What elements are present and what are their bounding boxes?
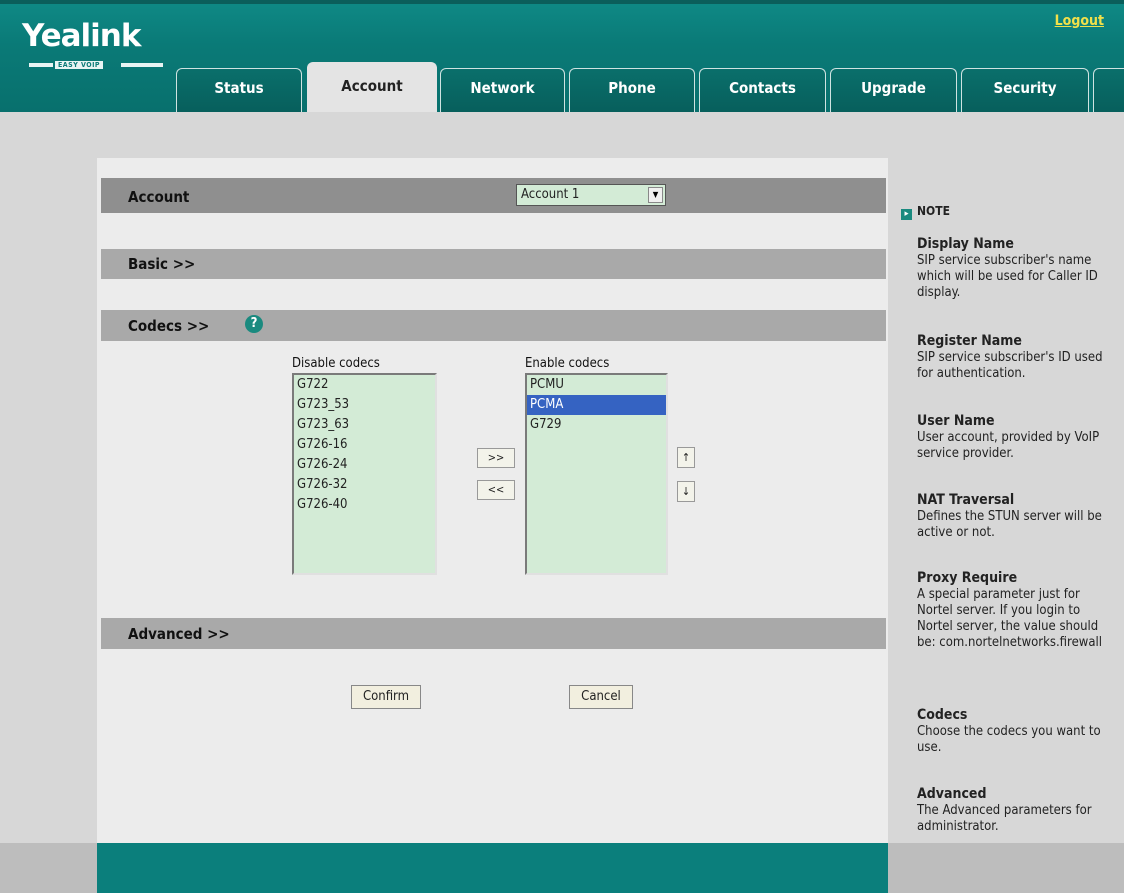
sub-header-bar: [0, 112, 1124, 158]
list-item-selected[interactable]: PCMA: [527, 395, 666, 415]
list-item[interactable]: G729: [527, 415, 666, 435]
arrow-down-icon: ↓: [681, 485, 691, 498]
header-topline: [0, 0, 1124, 4]
note-item-desc: The Advanced parameters for administrato…: [917, 803, 1092, 834]
note-item-title: Display Name: [917, 236, 1014, 252]
enabled-codecs-list[interactable]: PCMU PCMA G729: [525, 373, 668, 575]
brand-tagline: EASY VOIP: [29, 61, 169, 69]
note-item-title: Codecs: [917, 707, 968, 723]
note-item-nat-traversal: NAT Traversal Defines the STUN server wi…: [917, 492, 1117, 541]
note-item-title: Proxy Require: [917, 570, 1018, 586]
note-item-desc: A special parameter just for Nortel serv…: [917, 587, 1102, 650]
note-item-desc: Choose the codecs you want to use.: [917, 724, 1101, 755]
tab-security[interactable]: Security: [961, 68, 1089, 112]
account-section-label: Account: [128, 188, 190, 206]
chevron-down-icon[interactable]: ▼: [648, 187, 663, 203]
note-item-desc: User account, provided by VoIP service p…: [917, 430, 1100, 461]
tab-phone[interactable]: Phone: [569, 68, 695, 112]
move-up-button[interactable]: ↑: [677, 447, 695, 468]
footer-right: [888, 843, 1124, 893]
list-item[interactable]: G722: [294, 375, 435, 395]
logout-link[interactable]: Logout: [1055, 13, 1104, 29]
codecs-section-label: Codecs >>: [128, 317, 210, 335]
note-item-advanced: Advanced The Advanced parameters for adm…: [917, 786, 1117, 835]
move-down-button[interactable]: ↓: [677, 481, 695, 502]
list-item[interactable]: G723_63: [294, 415, 435, 435]
note-heading: ▸ NOTE: [901, 204, 950, 220]
account-section-header: Account: [101, 178, 886, 213]
note-item-title: Advanced: [917, 786, 987, 802]
basic-section-header[interactable]: Basic >>: [101, 249, 886, 279]
arrow-up-icon: ↑: [681, 451, 691, 464]
tab-contacts[interactable]: Contacts: [699, 68, 826, 112]
tab-account[interactable]: Account: [307, 62, 437, 112]
codecs-section-header[interactable]: Codecs >>: [101, 310, 886, 341]
advanced-section-label: Advanced >>: [128, 625, 230, 643]
footer-left: [0, 843, 97, 893]
list-item[interactable]: G726-24: [294, 455, 435, 475]
tab-status[interactable]: Status: [176, 68, 302, 112]
tab-upgrade[interactable]: Upgrade: [830, 68, 957, 112]
move-to-disabled-button[interactable]: <<: [477, 480, 515, 500]
confirm-button[interactable]: Confirm: [351, 685, 421, 709]
note-title: NOTE: [917, 204, 950, 218]
question-icon[interactable]: ?: [245, 315, 263, 333]
list-item[interactable]: G726-32: [294, 475, 435, 495]
brand-tagline-text: EASY VOIP: [55, 61, 104, 69]
note-item-proxy-require: Proxy Require A special parameter just f…: [917, 570, 1117, 651]
account-select-value: Account 1: [521, 187, 580, 202]
note-item-desc: SIP service subscriber's ID used for aut…: [917, 350, 1103, 381]
arrow-right-icon: ▸: [901, 209, 912, 220]
note-item-desc: Defines the STUN server will be active o…: [917, 509, 1102, 540]
left-gutter: [0, 158, 97, 843]
note-item-title: Register Name: [917, 333, 1022, 349]
cancel-button[interactable]: Cancel: [569, 685, 633, 709]
top-header: Yealink EASY VOIP Logout Status Account …: [0, 0, 1124, 112]
list-item[interactable]: G726-40: [294, 495, 435, 515]
list-item[interactable]: PCMU: [527, 375, 666, 395]
tab-overflow[interactable]: [1093, 68, 1124, 112]
note-item-title: NAT Traversal: [917, 492, 1015, 508]
note-item-display-name: Display Name SIP service subscriber's na…: [917, 236, 1117, 301]
note-item-user-name: User Name User account, provided by VoIP…: [917, 413, 1117, 462]
note-item-register-name: Register Name SIP service subscriber's I…: [917, 333, 1117, 382]
note-item-title: User Name: [917, 413, 995, 429]
disabled-codecs-list[interactable]: G722 G723_53 G723_63 G726-16 G726-24 G72…: [292, 373, 437, 575]
brand-logo: Yealink: [22, 18, 141, 54]
note-item-codecs: Codecs Choose the codecs you want to use…: [917, 707, 1117, 756]
enable-codecs-label: Enable codecs: [525, 356, 610, 371]
move-to-enabled-button[interactable]: >>: [477, 448, 515, 468]
account-select[interactable]: Account 1 ▼: [516, 184, 666, 206]
footer-bar: [97, 843, 888, 893]
list-item[interactable]: G723_53: [294, 395, 435, 415]
tab-network[interactable]: Network: [440, 68, 565, 112]
advanced-section-header[interactable]: Advanced >>: [101, 618, 886, 649]
disable-codecs-label: Disable codecs: [292, 356, 380, 371]
note-item-desc: SIP service subscriber's name which will…: [917, 253, 1098, 300]
basic-section-label: Basic >>: [128, 255, 196, 273]
list-item[interactable]: G726-16: [294, 435, 435, 455]
